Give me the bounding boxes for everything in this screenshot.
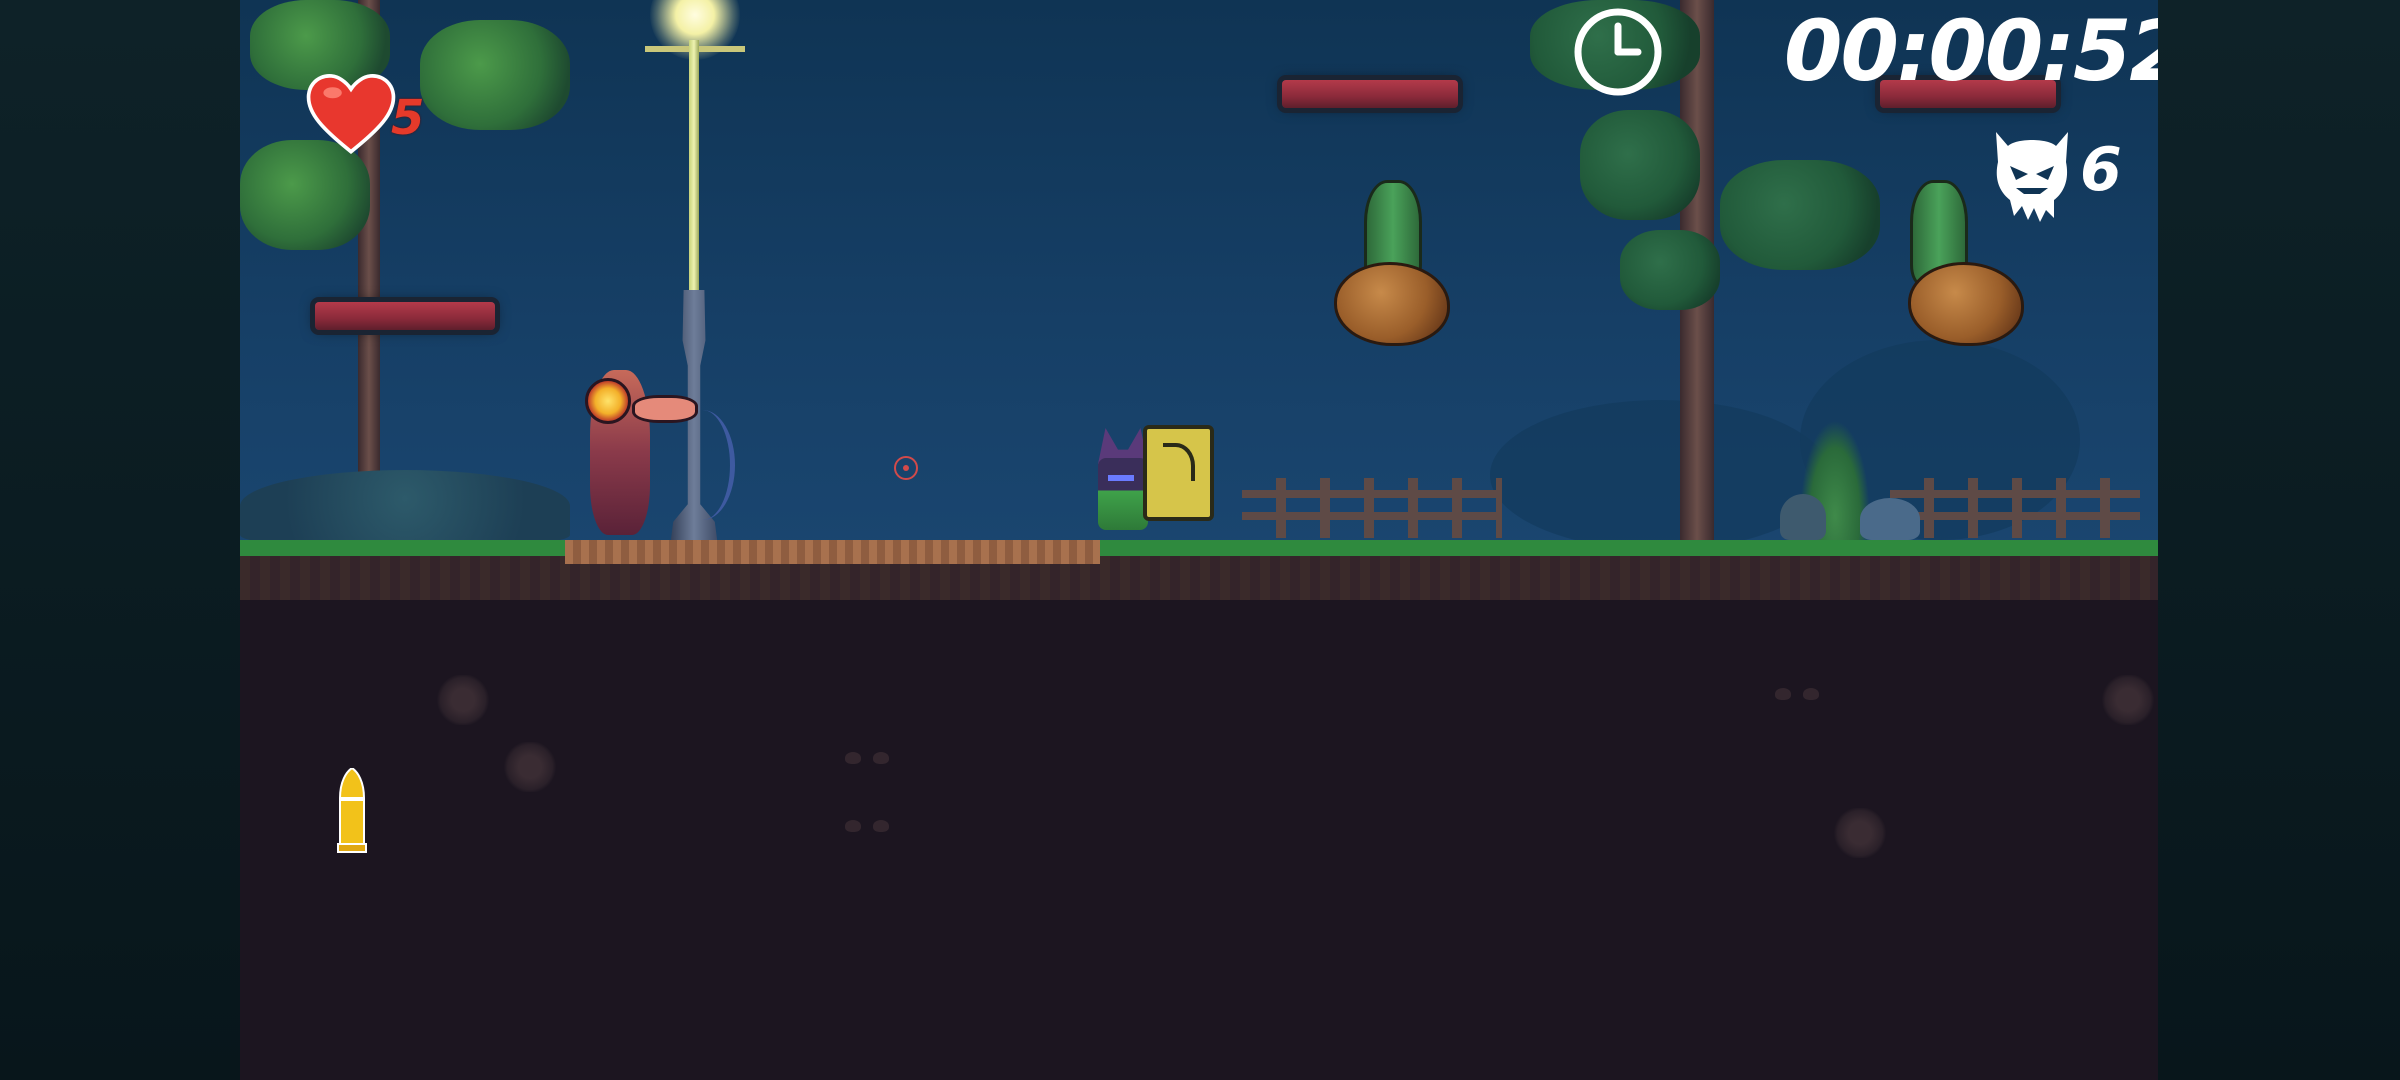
ground-path — [565, 540, 1100, 564]
aim-crosshair — [894, 456, 918, 480]
timer: 00:00:52 — [1784, 2, 2158, 100]
floating-platform — [1282, 80, 1458, 108]
rock — [1860, 498, 1920, 540]
bush — [240, 470, 570, 542]
tree-leaves — [1720, 160, 1880, 270]
background-foliage — [1490, 400, 1830, 550]
glowing-eyes — [845, 752, 889, 766]
enemy-worm-eye — [585, 378, 631, 424]
weapon-pickup-sign[interactable] — [1143, 425, 1214, 521]
rock — [1780, 494, 1826, 540]
player-cat-eyes — [1108, 475, 1134, 481]
underground-rock — [435, 675, 491, 725]
floating-platform — [315, 302, 495, 330]
tree-leaves — [1580, 110, 1700, 220]
fence — [1242, 478, 1502, 538]
enemy-potato — [1908, 262, 2024, 346]
underground-rock — [1832, 808, 1888, 858]
glowing-eyes — [1775, 688, 1819, 702]
game-viewport[interactable]: 5 00:00:52 6 — [240, 0, 2158, 1080]
tree-leaves — [420, 20, 570, 130]
bullet-icon — [337, 768, 367, 853]
lamp-pole — [689, 40, 699, 300]
ground-dirt — [240, 556, 2158, 600]
tree-leaves — [1620, 230, 1720, 310]
letterbox-left — [0, 0, 240, 1080]
glowing-eyes — [845, 820, 889, 834]
player-cat — [1098, 458, 1148, 530]
lives-count: 5 — [391, 90, 425, 146]
lives-display: 5 — [305, 70, 424, 156]
clock-icon — [1574, 8, 1662, 96]
fence — [1890, 478, 2140, 538]
skull-icon — [1996, 132, 2068, 222]
letterbox-right — [2158, 0, 2400, 1080]
underground-rock — [2100, 675, 2156, 725]
enemy-bow — [670, 410, 735, 520]
kill-counter: 6 — [1988, 122, 2122, 226]
underground-rock — [502, 742, 558, 792]
tree-leaves — [240, 140, 370, 250]
kill-count: 6 — [2080, 135, 2122, 205]
heart-icon — [306, 74, 396, 154]
enemy-potato — [1334, 262, 1450, 346]
